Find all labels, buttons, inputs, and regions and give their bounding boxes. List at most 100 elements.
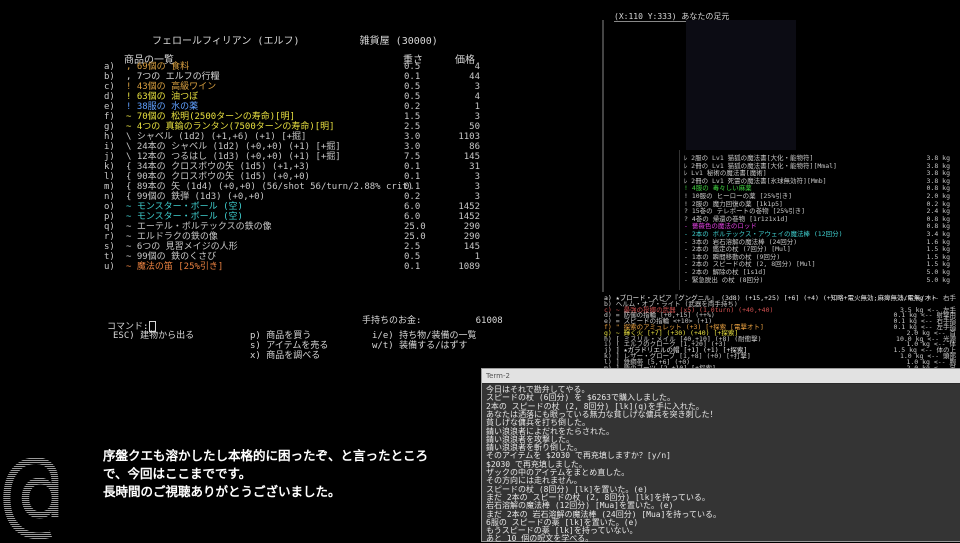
item-key: o) xyxy=(104,202,115,212)
item-price: 3 xyxy=(474,192,480,202)
term-title-bar[interactable]: Term-2 xyxy=(482,369,960,384)
item-price: 50 xyxy=(469,122,480,132)
item-key: d) xyxy=(104,92,115,102)
item-name: ~ 魔法の笛 [25%引き] xyxy=(126,262,224,272)
item-key: n) xyxy=(104,192,115,202)
item-key: m) xyxy=(104,182,115,192)
item-price: 44 xyxy=(469,72,480,82)
command-examine[interactable]: x) 商品を調べる xyxy=(250,351,320,362)
item-key: q) xyxy=(104,222,115,232)
item-key: s) xyxy=(104,242,115,252)
item-price: 1 xyxy=(474,252,480,262)
inventory-window: ﾚ 2服の Lv1 猫狐の魔法書[大化・能物符] 3.8 kg ﾚ 2冊の Lv1 … xyxy=(679,150,952,290)
item-weight: 0.5 xyxy=(404,62,421,72)
item-price: 3 xyxy=(474,182,480,192)
item-key: c) xyxy=(104,82,115,92)
item-name: ! 38服の 水の薬 xyxy=(126,102,199,112)
item-name: , 69個の 食料 xyxy=(126,62,190,72)
command-wield[interactable]: w/t) 装備する/はずす xyxy=(372,341,468,352)
item-price: 290 xyxy=(463,232,480,242)
item-price: 1103 xyxy=(458,132,480,142)
item-name: ~ 70個の 松明(2500ターンの寿命)[明] xyxy=(126,112,295,122)
item-key: j) xyxy=(104,152,115,162)
item-price: 31 xyxy=(469,162,480,172)
item-weight: 2.5 xyxy=(404,242,421,252)
item-name: ~ エーテル・ボルテックスの鉄の像 xyxy=(126,222,272,232)
logo-glyph: @ xyxy=(2,440,61,540)
inventory-item-name: - 緊急脱出 の杖 (8回分) xyxy=(684,275,764,284)
item-weight: 0.5 xyxy=(404,252,421,262)
item-weight: 0.1 xyxy=(404,72,421,82)
item-price: 1089 xyxy=(458,262,480,272)
item-name: { 89本の 矢 (1d4) (+0,+0) (56/shot 56/turn/… xyxy=(126,182,414,192)
item-price: 145 xyxy=(463,152,480,162)
item-key: t) xyxy=(104,252,115,262)
item-price: 86 xyxy=(469,142,480,152)
item-weight: 25.0 xyxy=(404,232,426,242)
log-line: あと 10 個の呪文を学べる。 xyxy=(486,534,594,543)
item-key: b) xyxy=(104,72,115,82)
item-key: f) xyxy=(104,112,115,122)
equipment-window: a) ★ブロード・スピア『グングニル』 (3d8) (+15,+25) [+6]… xyxy=(602,292,958,372)
item-name: ~ 6つの 見習メイジの人形 xyxy=(126,242,238,252)
item-key: l) xyxy=(104,172,115,182)
item-key: u) xyxy=(104,262,115,272)
item-weight: 0.5 xyxy=(404,92,421,102)
inventory-row[interactable]: - 緊急脱出 の杖 (8回分) 5.0 kg xyxy=(684,276,950,285)
item-weight: 1.5 xyxy=(404,112,421,122)
item-weight: 3.0 xyxy=(404,132,421,142)
subtitle-line-2: で、今回はここまでです。 xyxy=(103,466,252,481)
item-price: 3 xyxy=(474,112,480,122)
item-weight: 6.0 xyxy=(404,202,421,212)
item-name: , 7つの エルフの行糧 xyxy=(126,72,220,82)
item-name: { 99個の 鉄弾 (1d3) (+0,+0) xyxy=(126,192,265,202)
item-price: 1 xyxy=(474,102,480,112)
item-name: \ 12本の つるはし (1d3) (+0,+0) (+1) [+掘] xyxy=(126,152,341,162)
item-price: 145 xyxy=(463,242,480,252)
item-weight: 3.0 xyxy=(404,142,421,152)
term-window[interactable]: Term-2 今日はそれで勘弁してやる。 スピードの杖 (6回分) を $6263… xyxy=(481,368,960,543)
shop-title: フェロールフィリアン (エルフ) 雑貨屋 (30000) xyxy=(152,36,438,47)
item-name: \ シャベル (1d2) (+1,+6) (+1) [+掘] xyxy=(126,132,307,142)
item-weight: 0.1 xyxy=(404,162,421,172)
item-price: 4 xyxy=(474,62,480,72)
item-price: 3 xyxy=(474,172,480,182)
item-name: { 90本の クロスボウの矢 (1d5) (+0,+0) xyxy=(126,172,310,182)
item-key: h) xyxy=(104,132,115,142)
item-key: p) xyxy=(104,212,115,222)
subtitle-line-1: 序盤クエも溶かしたし本格的に困ったぞ、と言ったところ xyxy=(103,448,429,463)
item-price: 1452 xyxy=(458,202,480,212)
item-key: a) xyxy=(104,62,115,72)
item-name: ~ 4つの 真鍮のランタン(7500ターンの寿命)[明] xyxy=(126,122,335,132)
item-name: ~ モンスター・ボール (空) xyxy=(126,212,243,222)
item-price: 3 xyxy=(474,82,480,92)
item-key: k) xyxy=(104,162,115,172)
gold-amount: 手持ちのお金: 61008 xyxy=(362,316,503,326)
item-weight: 25.0 xyxy=(404,222,426,232)
item-weight: 6.0 xyxy=(404,212,421,222)
command-esc[interactable]: ESC) 建物から出る xyxy=(113,331,194,342)
item-key: i) xyxy=(104,142,115,152)
item-name: ! 43個の 高級ワイン xyxy=(126,82,217,92)
item-key: r) xyxy=(104,232,115,242)
item-price: 290 xyxy=(463,222,480,232)
item-weight: 0.5 xyxy=(404,82,421,92)
item-weight: 0.2 xyxy=(404,192,421,202)
at-sign-logo: @ xyxy=(2,440,61,540)
item-weight: 2.5 xyxy=(404,122,421,132)
window-divider xyxy=(602,20,604,300)
item-name: ~ エルドラクの鉄の像 xyxy=(126,232,218,242)
item-weight: 0.1 xyxy=(404,182,421,192)
map-subwindow xyxy=(686,20,796,155)
item-name: ~ 99個の 鉄のくさび xyxy=(126,252,217,262)
item-weight: 0.2 xyxy=(404,102,421,112)
item-price: 4 xyxy=(474,92,480,102)
item-price: 1452 xyxy=(458,212,480,222)
item-name: { 34本の クロスボウの矢 (1d5) (+1,+3) xyxy=(126,162,310,172)
item-name: ! 63個の 油つぼ xyxy=(126,92,199,102)
item-weight: 0.1 xyxy=(404,262,421,272)
item-weight: 7.5 xyxy=(404,152,421,162)
inventory-item-weight: 5.0 kg xyxy=(926,275,950,284)
item-key: e) xyxy=(104,102,115,112)
subtitle-line-3: 長時間のご視聴ありがとうございました。 xyxy=(103,484,341,499)
